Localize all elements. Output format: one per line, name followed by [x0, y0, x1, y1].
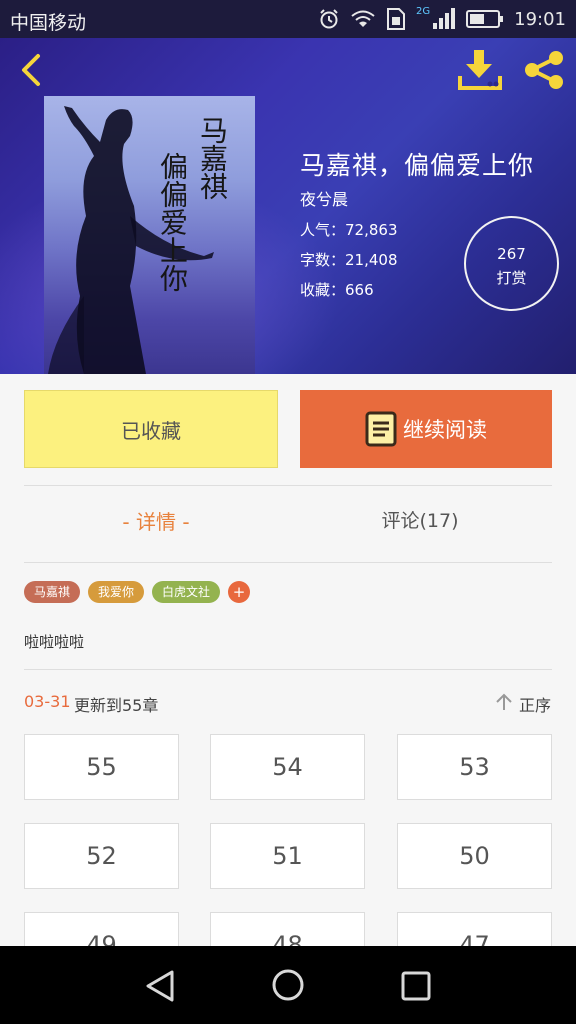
add-tag-button[interactable]: + [228, 581, 251, 603]
nav-recent-apps-icon[interactable] [396, 966, 436, 1006]
chapter-button[interactable]: 53 [397, 734, 552, 800]
word-count-stat: 字数：21,408 [300, 251, 398, 269]
back-button[interactable] [14, 50, 50, 90]
update-date: 03-31 [24, 692, 71, 711]
continue-label: 继续阅读 [403, 418, 487, 442]
status-icons: 2G 19:01 [318, 6, 566, 32]
tag-chip[interactable]: 白虎文社 [152, 581, 221, 603]
update-text: 更新到55章 [74, 696, 159, 715]
book-description: 啦啦啦啦 [24, 633, 85, 651]
author-name[interactable]: 夜兮晨 [300, 186, 348, 210]
tag-chip[interactable]: 我爱你 [88, 581, 145, 603]
clock: 19:01 [514, 8, 566, 30]
collected-label: 已收藏 [121, 418, 181, 443]
reward-button[interactable]: 267 打赏 [464, 216, 559, 311]
divider [24, 485, 552, 486]
continue-reading-button[interactable]: 继续阅读 [300, 390, 552, 468]
battery-icon [466, 10, 504, 28]
network-type: 2G [416, 5, 431, 17]
divider [24, 562, 552, 563]
favorites-stat: 收藏：666 [300, 281, 374, 299]
tab-comments[interactable]: 评论(17) [288, 506, 552, 533]
chapter-button[interactable]: 54 [210, 734, 365, 800]
download-icon[interactable] [456, 48, 504, 92]
book-icon [365, 411, 397, 447]
tab-detail[interactable]: - 详情 - [24, 506, 288, 535]
tag-chip[interactable]: 马嘉祺 [24, 581, 81, 603]
chapter-button[interactable]: 52 [24, 823, 179, 889]
collected-button[interactable]: 已收藏 [24, 390, 278, 468]
cover-title-line1: 马嘉祺 [196, 116, 229, 200]
sort-order-button[interactable]: 正序 [519, 692, 551, 716]
cover-title-line2: 偏偏爱上你 [156, 152, 189, 292]
reward-amount: 267 [497, 245, 526, 263]
book-header: 马嘉祺 偏偏爱上你 马嘉祺，偏偏爱上你 夜兮晨 人气：72,863 字数：21,… [0, 38, 576, 374]
nav-back-icon[interactable] [140, 966, 180, 1006]
share-icon[interactable] [520, 48, 568, 92]
chapter-button[interactable]: 55 [24, 734, 179, 800]
book-cover[interactable]: 马嘉祺 偏偏爱上你 [44, 96, 255, 374]
status-bar: 中国移动 2G 19:01 [0, 0, 576, 38]
wifi-icon [351, 10, 375, 27]
reward-label: 打赏 [496, 269, 527, 287]
chapter-button[interactable]: 51 [210, 823, 365, 889]
arrow-up-icon[interactable] [494, 692, 514, 712]
carrier-name: 中国移动 [10, 12, 87, 34]
nav-home-icon[interactable] [268, 965, 308, 1005]
popularity-stat: 人气：72,863 [300, 221, 398, 239]
divider [24, 669, 552, 670]
book-title: 马嘉祺，偏偏爱上你 [300, 151, 535, 180]
alarm-icon [320, 9, 338, 29]
navigation-bar [0, 946, 576, 1024]
chapter-button[interactable]: 50 [397, 823, 552, 889]
tag-list: 马嘉祺 我爱你 白虎文社 + [24, 581, 251, 603]
signal-icon [433, 8, 456, 29]
sim-card-icon [387, 8, 405, 30]
